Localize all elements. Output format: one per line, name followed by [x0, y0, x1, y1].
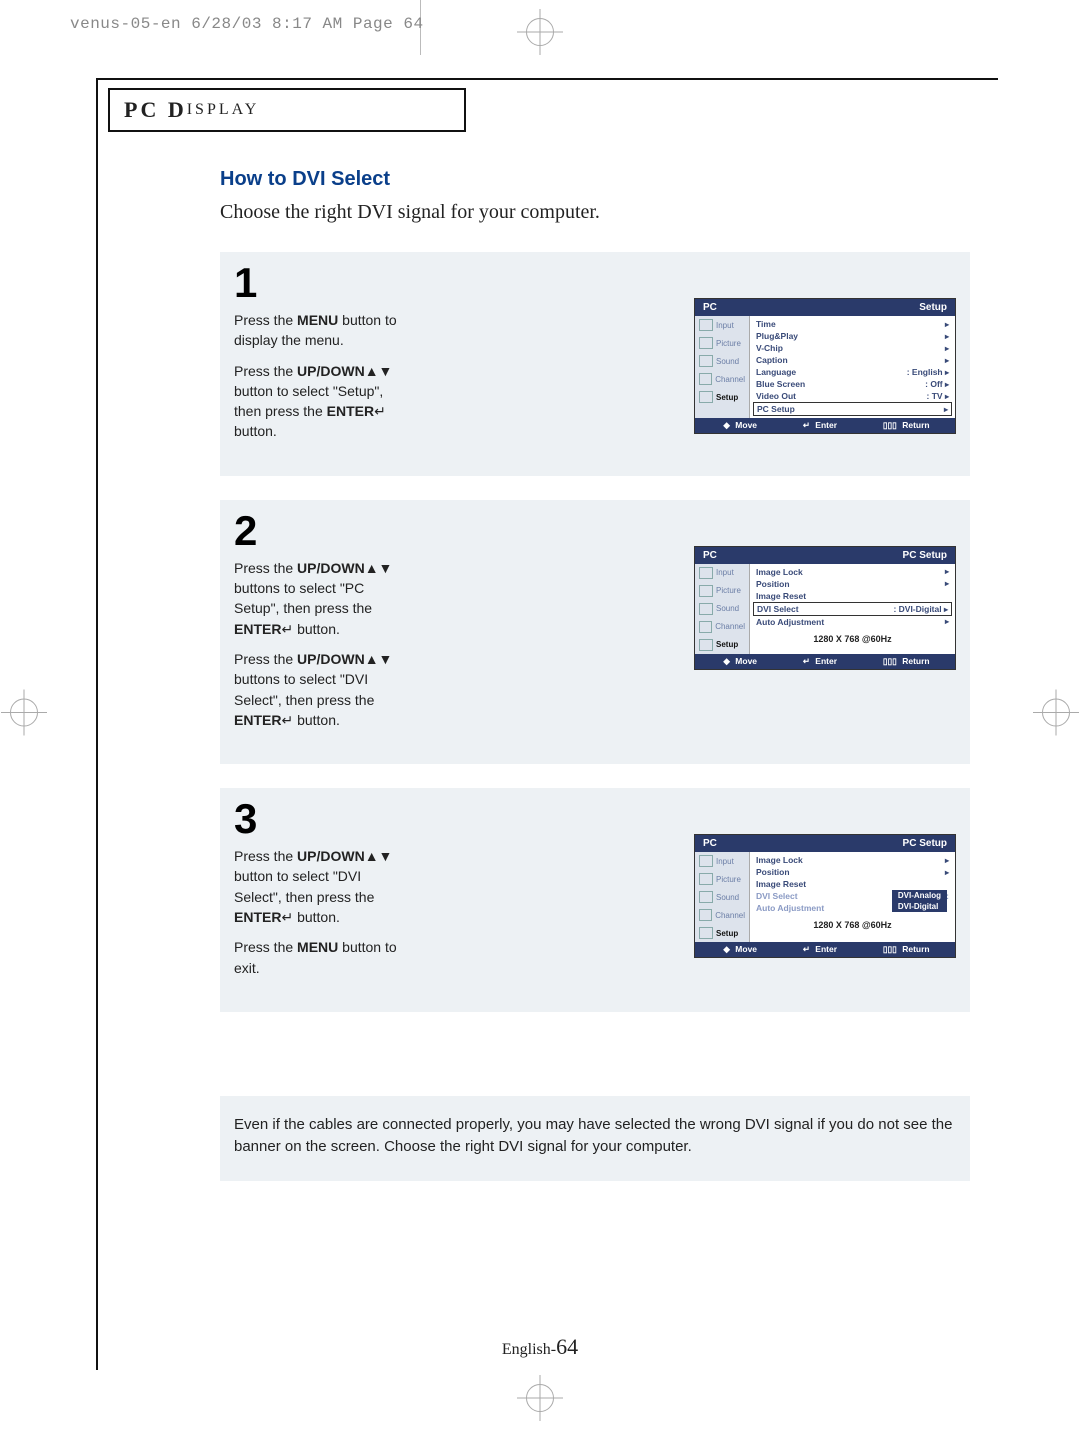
dvi-options: DVI-Analog DVI-Digital — [892, 890, 947, 912]
input-icon — [699, 855, 713, 867]
osd-sidebar: Input Picture Sound Channel Setup — [695, 852, 750, 942]
osd-menu-2: PC PC Setup Input Picture Sound Channel … — [694, 546, 956, 670]
step-2-p2: Press the UP/DOWN▲▼ buttons to select "D… — [234, 649, 404, 730]
osd-crumb: PC Setup — [903, 550, 947, 561]
channel-icon — [699, 909, 712, 921]
input-icon — [699, 319, 713, 331]
step-number: 3 — [234, 790, 404, 840]
page-footer: English-64 — [0, 1334, 1080, 1360]
sound-icon — [699, 355, 713, 367]
osd-sidebar: Input Picture Sound Channel Setup — [695, 316, 750, 418]
osd-resolution: 1280 X 768 @60Hz — [750, 914, 955, 934]
step-2-p1: Press the UP/DOWN▲▼ buttons to select "P… — [234, 558, 404, 639]
setup-icon — [699, 391, 713, 403]
osd-row-selected: DVI Select: DVI-Digital ▸ — [753, 602, 952, 616]
setup-icon — [699, 927, 713, 939]
osd-footer: ◆ Move ↵ Enter ▯▯▯ Return — [695, 654, 955, 669]
channel-icon — [699, 373, 712, 385]
osd-menu-3: PC PC Setup Input Picture Sound Channel … — [694, 834, 956, 958]
registration-mark-top — [526, 18, 554, 46]
channel-icon — [699, 621, 712, 633]
registration-mark-left — [10, 699, 38, 732]
step-3: 3 Press the UP/DOWN▲▼ button to select "… — [220, 788, 970, 1012]
step-3-p1: Press the UP/DOWN▲▼ button to select "DV… — [234, 846, 404, 927]
step-3-p2: Press the MENU button to exit. — [234, 937, 404, 978]
picture-icon — [699, 585, 713, 597]
page-frame-top — [96, 78, 998, 80]
registration-mark-bottom — [526, 1384, 554, 1412]
sound-icon — [699, 603, 713, 615]
step-1: 1 Press the MENU button to display the m… — [220, 252, 970, 476]
step-number: 1 — [234, 254, 404, 304]
step-number: 2 — [234, 502, 404, 552]
section-title: PC DISPLAY — [108, 88, 466, 132]
option-dvi-analog: DVI-Analog — [892, 890, 947, 901]
sound-icon — [699, 891, 713, 903]
osd-title: PC — [703, 302, 717, 313]
registration-mark-right — [1042, 699, 1070, 732]
osd-sidebar: Input Picture Sound Channel Setup — [695, 564, 750, 654]
osd-row-dvi-select: DVI Select : DVI-Analog DVI-Digital — [750, 890, 955, 902]
step-1-p2: Press the UP/DOWN▲▼ button to select "Se… — [234, 361, 404, 442]
step-2: 2 Press the UP/DOWN▲▼ buttons to select … — [220, 500, 970, 764]
osd-resolution: 1280 X 768 @60Hz — [750, 628, 955, 648]
page-heading: How to DVI Select — [220, 168, 970, 191]
osd-footer: ◆ Move ↵ Enter ▯▯▯ Return — [695, 418, 955, 433]
osd-list: Image Lock▸ Position▸ Image Reset DVI Se… — [750, 852, 955, 942]
setup-icon — [699, 639, 713, 651]
picture-icon — [699, 873, 713, 885]
osd-list: Time▸ Plug&Play▸ V-Chip▸ Caption▸ Langua… — [750, 316, 955, 418]
osd-title: PC — [703, 838, 717, 849]
osd-list: Image Lock▸ Position▸ Image Reset DVI Se… — [750, 564, 955, 654]
osd-row-selected: PC Setup▸ — [753, 402, 952, 416]
option-dvi-digital: DVI-Digital — [892, 901, 947, 912]
picture-icon — [699, 337, 713, 349]
osd-crumb: Setup — [919, 302, 947, 313]
intro-text: Choose the right DVI signal for your com… — [220, 201, 970, 224]
page-frame-left — [96, 78, 98, 1370]
input-icon — [699, 567, 713, 579]
osd-menu-1: PC Setup Input Picture Sound Channel Set… — [694, 298, 956, 434]
section-title-rest: ISPLAY — [187, 101, 260, 119]
step-1-p1: Press the MENU button to display the men… — [234, 310, 404, 351]
osd-crumb: PC Setup — [903, 838, 947, 849]
osd-title: PC — [703, 550, 717, 561]
print-slug: venus-05-en 6/28/03 8:17 AM Page 64 — [70, 15, 424, 33]
note-block: Even if the cables are connected properl… — [220, 1096, 970, 1181]
osd-footer: ◆ Move ↵ Enter ▯▯▯ Return — [695, 942, 955, 957]
section-title-lead: PC D — [124, 97, 187, 123]
